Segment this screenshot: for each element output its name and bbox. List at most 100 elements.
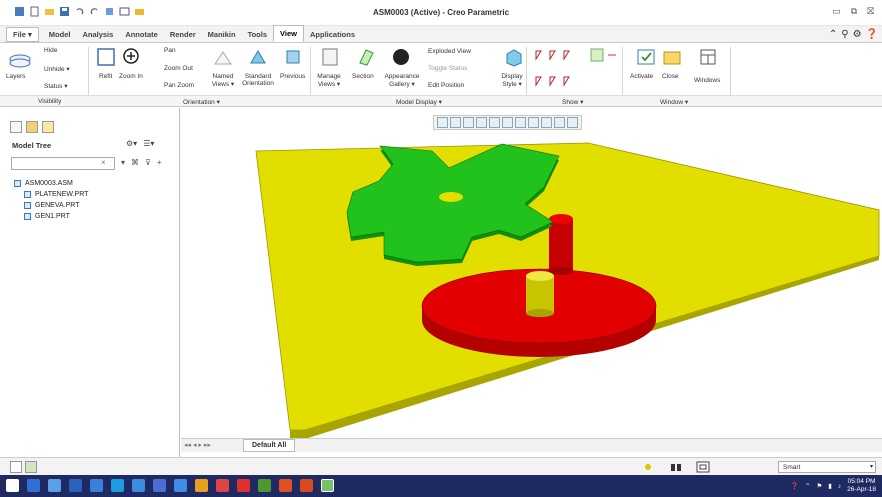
unhide-button[interactable]: Unhide ▾ bbox=[44, 65, 70, 73]
favorites-tab-icon[interactable] bbox=[42, 121, 54, 133]
close-button[interactable]: Close bbox=[662, 73, 679, 80]
zoom-in-icon[interactable] bbox=[450, 117, 461, 128]
close-icon[interactable]: ⛝ bbox=[867, 6, 874, 17]
network-icon[interactable]: ▮ bbox=[828, 482, 832, 490]
app-icon[interactable] bbox=[300, 479, 313, 492]
pan-zoom-button[interactable]: Pan Zoom bbox=[164, 82, 194, 89]
app-icon[interactable] bbox=[258, 479, 271, 492]
standard-orientation-button[interactable]: Standard Orientation bbox=[240, 73, 276, 87]
flag-icon[interactable]: ⚑ bbox=[816, 482, 822, 490]
pan-button[interactable]: Pan bbox=[164, 47, 176, 54]
saved-views-icon[interactable] bbox=[502, 117, 513, 128]
tree-item-part[interactable]: PLATENEW.PRT bbox=[14, 189, 88, 200]
annotation-display-icon[interactable] bbox=[541, 117, 552, 128]
named-views-button[interactable]: Named Views ▾ bbox=[206, 73, 240, 88]
tab-model[interactable]: Model bbox=[43, 27, 77, 42]
tab-analysis[interactable]: Analysis bbox=[76, 27, 119, 42]
yellow-pin-top[interactable] bbox=[526, 271, 554, 281]
previous-view-icon[interactable] bbox=[283, 47, 303, 67]
exploded-view-button[interactable]: Exploded View bbox=[428, 48, 471, 55]
group-show[interactable]: Show ▾ bbox=[562, 98, 583, 106]
display-style-icon[interactable] bbox=[503, 47, 523, 67]
browser-toggle-icon[interactable] bbox=[25, 461, 37, 473]
tree-item-part[interactable]: GENEVA.PRT bbox=[14, 200, 88, 211]
tab-manikin[interactable]: Manikin bbox=[202, 27, 242, 42]
windows-button[interactable]: Windows bbox=[694, 77, 720, 84]
zoom-in-icon[interactable] bbox=[122, 47, 142, 67]
help-icon[interactable]: ❓ bbox=[791, 482, 799, 490]
app-icon[interactable] bbox=[69, 479, 82, 492]
tree-item-assembly[interactable]: ASM0003.ASM bbox=[14, 178, 88, 189]
chrome-icon[interactable] bbox=[237, 479, 250, 492]
settings-icon[interactable]: ⚙ bbox=[853, 29, 862, 40]
hide-button[interactable]: Hide bbox=[44, 47, 57, 54]
appearance-gallery-icon[interactable] bbox=[391, 47, 411, 67]
appearance-gallery-button[interactable]: Appearance Gallery ▾ bbox=[382, 73, 422, 88]
repaint-icon[interactable] bbox=[476, 117, 487, 128]
collapse-ribbon-icon[interactable]: ⌃ bbox=[829, 29, 837, 40]
section-icon[interactable] bbox=[356, 47, 376, 67]
restore-icon[interactable]: ⧉ bbox=[851, 6, 857, 17]
folder-browser-tab-icon[interactable] bbox=[26, 121, 38, 133]
clock[interactable]: 05:04 PM 26-Apr-18 bbox=[847, 478, 876, 494]
tree-settings-icon[interactable]: ☰▾ bbox=[143, 139, 154, 148]
tab-file[interactable]: File ▾ bbox=[6, 27, 39, 42]
previous-button[interactable]: Previous bbox=[280, 73, 305, 80]
display-style-button[interactable]: Display Style ▾ bbox=[496, 73, 528, 88]
group-model-display[interactable]: Model Display ▾ bbox=[396, 98, 442, 106]
zoom-in-button[interactable]: Zoom In bbox=[119, 73, 143, 80]
zoom-out-icon[interactable] bbox=[463, 117, 474, 128]
app-icon[interactable] bbox=[132, 479, 145, 492]
datum-display-icon[interactable] bbox=[528, 117, 539, 128]
display-style-icon[interactable] bbox=[489, 117, 500, 128]
manage-views-button[interactable]: Manage Views ▾ bbox=[314, 73, 344, 88]
creo-icon[interactable] bbox=[321, 479, 334, 492]
csys-display-icon[interactable] bbox=[567, 117, 578, 128]
selection-filter-select[interactable]: Smart ▾ bbox=[778, 461, 876, 473]
tab-tools[interactable]: Tools bbox=[242, 27, 273, 42]
dropdown-icon[interactable]: ▾ bbox=[121, 158, 125, 167]
tray-expand-icon[interactable]: ⌃ bbox=[805, 482, 810, 490]
spin-center-icon[interactable] bbox=[554, 117, 565, 128]
app-icon[interactable] bbox=[90, 479, 103, 492]
selection-window-icon[interactable] bbox=[696, 461, 710, 473]
tab-nav-arrows[interactable]: ◂◂ ◂ ▸ ▸▸ bbox=[184, 441, 211, 449]
refit-icon[interactable] bbox=[96, 47, 116, 67]
toggle-status-button[interactable]: Toggle Status bbox=[428, 65, 467, 72]
help-icon[interactable]: ❓ bbox=[866, 29, 878, 40]
show-datum-icons[interactable] bbox=[533, 47, 619, 91]
named-views-icon[interactable] bbox=[212, 49, 234, 67]
standard-orientation-icon[interactable] bbox=[247, 47, 269, 67]
activate-button[interactable]: Activate bbox=[630, 73, 653, 80]
add-icon[interactable]: + bbox=[157, 158, 162, 167]
model-tree-tab-icon[interactable] bbox=[10, 121, 22, 133]
filter-icon[interactable]: ⊽ bbox=[145, 158, 151, 167]
app-icon[interactable] bbox=[174, 479, 187, 492]
find-icon[interactable] bbox=[670, 461, 682, 473]
windows-start-icon[interactable] bbox=[6, 479, 19, 492]
tab-applications[interactable]: Applications bbox=[304, 27, 361, 42]
manage-views-icon[interactable] bbox=[320, 47, 340, 67]
group-window[interactable]: Window ▾ bbox=[660, 98, 688, 106]
group-orientation[interactable]: Orientation ▾ bbox=[183, 98, 220, 106]
graphics-window[interactable] bbox=[181, 108, 882, 438]
volume-icon[interactable]: ♪ bbox=[838, 483, 841, 490]
app-icon[interactable] bbox=[153, 479, 166, 492]
tree-filter-icon[interactable]: ⚙▾ bbox=[126, 139, 137, 148]
layers-icon[interactable] bbox=[8, 51, 32, 71]
zoom-out-button[interactable]: Zoom Out bbox=[164, 65, 193, 72]
tab-view[interactable]: View bbox=[273, 25, 304, 42]
minimize-icon[interactable]: ▭ bbox=[832, 6, 841, 17]
default-all-tab[interactable]: Default All bbox=[243, 439, 296, 452]
activate-icon[interactable] bbox=[636, 47, 656, 67]
navigator-toggle-icon[interactable] bbox=[10, 461, 22, 473]
tab-annotate[interactable]: Annotate bbox=[119, 27, 164, 42]
browser-icon[interactable] bbox=[27, 479, 40, 492]
tree-item-part[interactable]: GEN1.PRT bbox=[14, 211, 88, 222]
refit-icon[interactable] bbox=[437, 117, 448, 128]
status-button[interactable]: Status ▾ bbox=[44, 82, 68, 90]
close-window-icon[interactable] bbox=[662, 47, 682, 67]
binoculars-icon[interactable]: ⌘ bbox=[131, 158, 139, 167]
section-button[interactable]: Section bbox=[352, 73, 374, 80]
search-icon[interactable]: ⚲ bbox=[841, 29, 848, 40]
